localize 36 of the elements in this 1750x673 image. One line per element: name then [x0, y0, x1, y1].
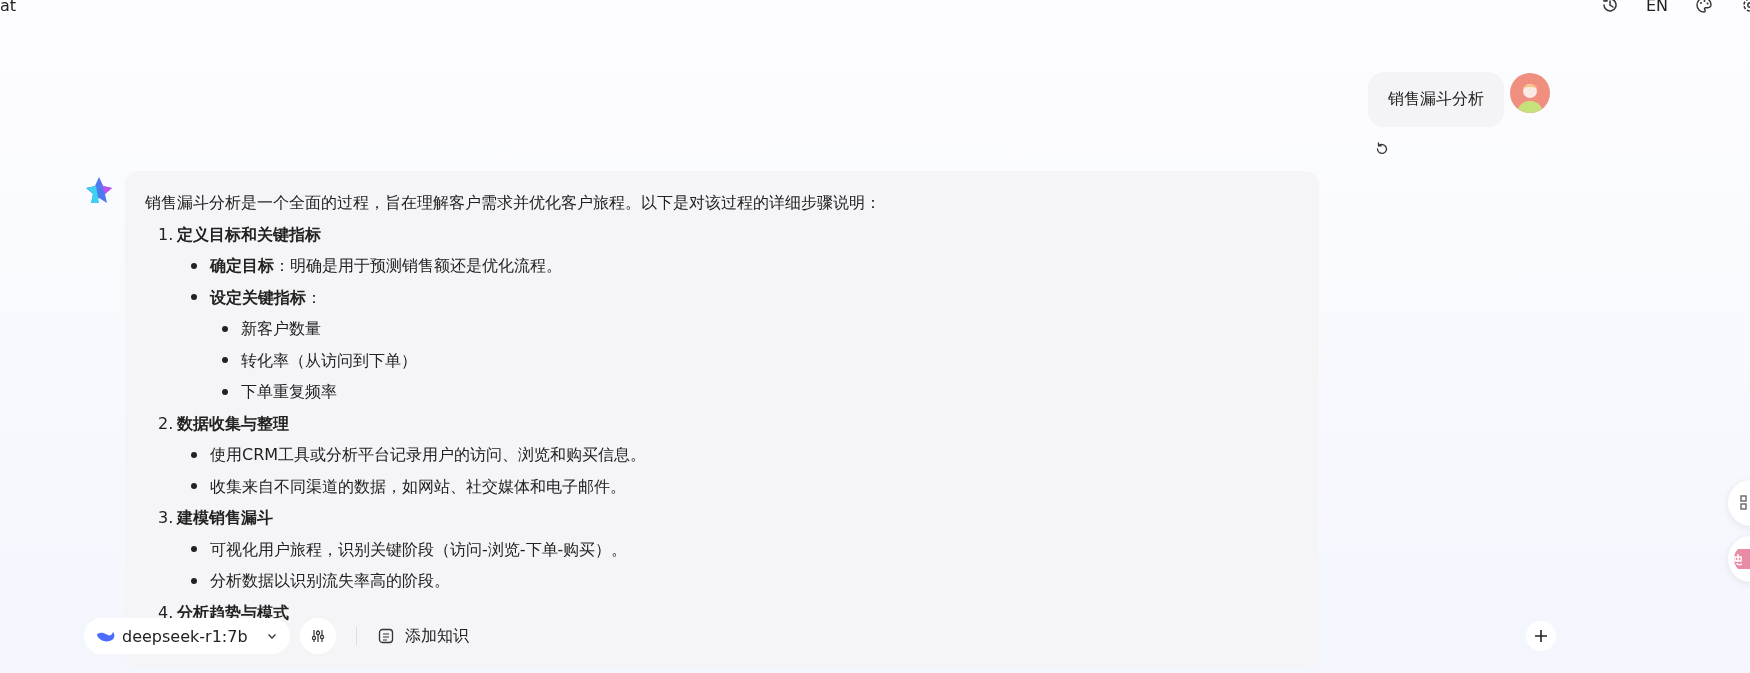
list-item: 收集来自不同渠道的数据，如网站、社交媒体和电子邮件。 — [210, 475, 626, 498]
step-title: 建模销售漏斗 — [177, 507, 274, 529]
list-item: 下单重复频率 — [241, 381, 337, 403]
bullet-icon — [222, 325, 228, 332]
step-number: 3. — [158, 507, 174, 529]
step-title: 定义目标和关键指标 — [177, 223, 322, 246]
list-item: 确定目标：明确是用于预测销售额还是优化流程。 — [210, 255, 562, 277]
avatar — [1510, 73, 1550, 113]
list-item: 可视化用户旅程，识别关键阶段（访问-浏览-下单-购买）。 — [210, 538, 628, 561]
bullet-icon — [191, 577, 197, 584]
step-number: 1. — [158, 223, 174, 246]
answer-text: 销售漏斗分析是一个全面的过程，旨在理解客户需求并优化客户旅程。以下是对该过程的详细步骤说明： — [145, 192, 882, 214]
bullet-icon — [191, 451, 197, 458]
list-item: 转化率（从访问到下单） — [241, 349, 417, 372]
list-item: 新客户数量 — [241, 318, 321, 340]
plus-icon — [1532, 628, 1549, 644]
list-item: 设定关键指标： — [210, 286, 322, 309]
document-icon — [376, 627, 395, 645]
star-logo-icon — [84, 175, 114, 205]
list-item: 分析数据以识别流失率高的阶段。 — [210, 570, 450, 592]
add-button[interactable] — [1525, 621, 1556, 651]
bullet-icon — [222, 357, 228, 364]
sliders-icon — [309, 628, 326, 644]
palette-icon[interactable] — [1694, 0, 1714, 15]
bullet-icon — [191, 294, 197, 301]
refresh-icon[interactable] — [1374, 141, 1390, 157]
bullet-icon — [191, 262, 197, 269]
list-item: 使用CRM工具或分析平台记录用户的访问、浏览和购买信息。 — [210, 444, 647, 466]
bullet-icon — [191, 546, 197, 553]
add-knowledge-button[interactable]: 添加知识 — [376, 625, 469, 647]
bullet-icon — [222, 388, 228, 395]
step-title: 数据收集与整理 — [177, 412, 290, 435]
bullet-icon — [191, 483, 197, 490]
step-number: 2. — [158, 412, 174, 435]
page-title: at — [0, 0, 17, 15]
user-message: 销售漏斗分析 — [1368, 72, 1504, 127]
